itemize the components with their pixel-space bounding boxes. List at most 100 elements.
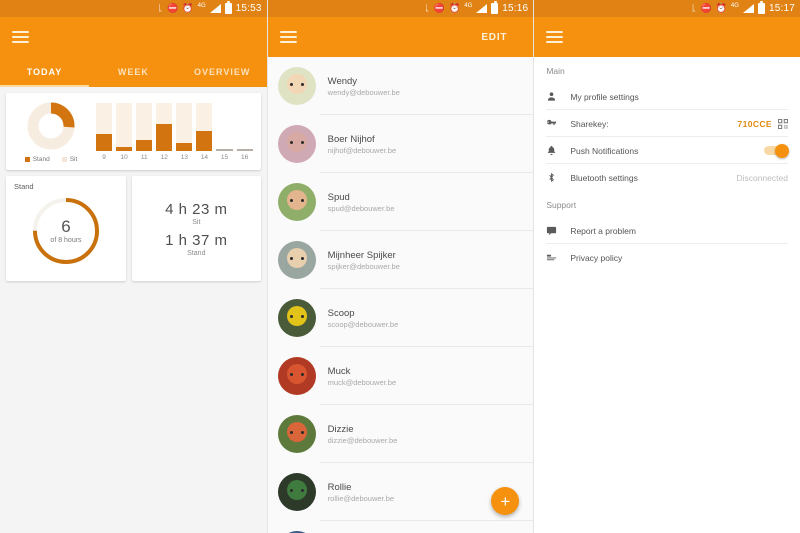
- user-name: Spud: [327, 191, 350, 203]
- settings-row-trailing: Disconnected: [736, 173, 788, 183]
- user-email: spijker@debouwer.be: [327, 261, 400, 271]
- user-list-item[interactable]: Scoop scoop@debouwer.be: [267, 289, 534, 347]
- screen-today-dashboard: ᚳ ⛔ ⏰ 4G 15:53 TODAY WEEK OVERVIEW Stand…: [0, 0, 267, 533]
- settings-row-my-profile-settings[interactable]: My profile settings: [534, 83, 800, 110]
- hamburger-icon[interactable]: [546, 28, 564, 46]
- stand-time-value: 1 h 37 m: [165, 231, 228, 249]
- hourly-bar-chart: 9 10 11 12 13 14 15 16: [88, 102, 253, 161]
- bar-track: [216, 148, 233, 151]
- bar-track: [236, 148, 253, 151]
- avatar: [277, 357, 316, 395]
- bar-track: [96, 102, 113, 151]
- app-bar-today: [0, 17, 267, 57]
- settings-row-push-notifications[interactable]: Push Notifications: [534, 137, 800, 164]
- status-bar: ᚳ ⛔ ⏰ 4G 15:17: [534, 0, 800, 17]
- user-name: Dizzie: [327, 423, 354, 435]
- sit-time-label: Sit: [192, 218, 201, 226]
- user-list-item[interactable]: Mijnheer Spijker spijker@debouwer.be: [267, 231, 534, 289]
- user-name: Muck: [327, 365, 351, 377]
- tab-overview[interactable]: OVERVIEW: [178, 57, 267, 87]
- settings-row-sharekey[interactable]: Sharekey: 710CCE: [534, 110, 800, 137]
- signal-icon: [476, 4, 488, 13]
- push-notifications-toggle[interactable]: [763, 143, 789, 158]
- avatar: [277, 125, 316, 163]
- tab-week[interactable]: WEEK: [89, 57, 178, 87]
- policy-icon: [546, 252, 564, 263]
- hamburger-icon[interactable]: [12, 28, 29, 46]
- settings-row-report-a-problem[interactable]: Report a problem: [534, 217, 800, 244]
- bar-track: [156, 102, 173, 151]
- bar-x-label: 11: [140, 153, 148, 161]
- tab-week-label: WEEK: [117, 67, 149, 77]
- tab-bar: TODAY WEEK OVERVIEW: [0, 57, 267, 87]
- battery-icon: [224, 1, 232, 14]
- bar-fill: [96, 133, 113, 151]
- user-list-item[interactable]: Muck muck@debouwer.be: [267, 347, 534, 405]
- status-bar: ᚳ ⛔ ⏰ 4G 15:16: [267, 0, 534, 17]
- stand-progress-card: Stand 6 of 8 hours: [6, 176, 126, 281]
- bar-track: [136, 102, 153, 151]
- status-bar-clock: 15:16: [502, 3, 529, 14]
- user-list-item[interactable]: Wendy wendy@debouwer.be: [267, 57, 534, 115]
- stand-time-block: 1 h 37 m Stand: [165, 232, 227, 257]
- user-email: rollie@debouwer.be: [327, 493, 395, 503]
- user-name: Rollie: [327, 481, 352, 493]
- user-list-item[interactable]: Dizzie dizzie@debouwer.be: [267, 405, 534, 463]
- alarm-icon: ⏰: [449, 3, 461, 13]
- edit-button[interactable]: EDIT: [481, 32, 507, 43]
- legend-item-stand: Stand: [24, 156, 50, 163]
- bar-track: [116, 102, 133, 151]
- status-bar-icons: ᚳ ⛔ ⏰ 4G: [691, 1, 765, 14]
- three-phone-screenshots: ᚳ ⛔ ⏰ 4G 15:53 TODAY WEEK OVERVIEW Stand…: [0, 0, 800, 533]
- user-meta: Muck muck@debouwer.be: [328, 366, 397, 387]
- do-not-disturb-icon: ⛔: [700, 3, 712, 13]
- user-name: Boer Nijhof: [327, 133, 375, 145]
- settings-row-label: Privacy policy: [570, 252, 623, 263]
- battery-icon: [757, 1, 765, 14]
- stand-hours-value: 6: [61, 217, 71, 236]
- bar-x-label: 10: [120, 153, 128, 161]
- bluetooth-icon: ᚳ: [424, 3, 430, 13]
- legend-swatch-stand: [24, 157, 30, 162]
- bar-fill: [196, 131, 213, 151]
- tab-today[interactable]: TODAY: [0, 57, 89, 87]
- bar-column: [96, 102, 113, 151]
- user-name: Wendy: [327, 75, 358, 87]
- bar-x-label: 16: [240, 153, 249, 161]
- person-icon: [546, 91, 564, 102]
- bar-column: [216, 103, 233, 151]
- user-email: muck@debouwer.be: [327, 377, 397, 387]
- user-list-item[interactable]: [267, 521, 534, 533]
- bar-fill: [216, 148, 233, 151]
- settings-row-bluetooth-settings[interactable]: Bluetooth settings Disconnected: [534, 164, 800, 191]
- app-bar-settings: [534, 17, 800, 57]
- avatar: [277, 415, 316, 453]
- settings-row-label: My profile settings: [570, 91, 639, 102]
- stand-time-label: Stand: [187, 249, 206, 257]
- bar-x-label: 13: [180, 153, 188, 161]
- dashboard-content: Stand Sit 9 10 11 12 13 14 15 16 Stand 6…: [0, 87, 267, 287]
- user-email: nijhof@debouwer.be: [327, 145, 397, 155]
- feedback-icon: [546, 225, 564, 236]
- user-list-item[interactable]: Spud spud@debouwer.be: [267, 173, 534, 231]
- summary-chart-card: Stand Sit 9 10 11 12 13 14 15 16: [6, 93, 261, 170]
- bar-fill: [176, 143, 193, 151]
- user-meta: Mijnheer Spijker spijker@debouwer.be: [328, 250, 400, 271]
- bar-x-label: 14: [200, 153, 209, 161]
- settings-row-privacy-policy[interactable]: Privacy policy: [534, 244, 800, 271]
- status-bar-clock: 15:17: [768, 3, 795, 14]
- bar-column: [176, 102, 193, 151]
- user-name: Mijnheer Spijker: [327, 249, 396, 261]
- bell-icon: [546, 145, 564, 156]
- hamburger-icon[interactable]: [279, 28, 297, 46]
- signal-icon: [209, 4, 221, 13]
- qr-code-icon[interactable]: [777, 118, 788, 129]
- user-list-item[interactable]: Boer Nijhof nijhof@debouwer.be: [267, 115, 534, 173]
- alarm-icon: ⏰: [182, 3, 194, 13]
- network-4g-icon: 4G: [464, 2, 473, 9]
- alarm-icon: ⏰: [715, 3, 727, 13]
- bluetooth-icon: ᚳ: [691, 3, 697, 13]
- metric-cards-row: Stand 6 of 8 hours 4 h 23 m Sit 1 h 37 m…: [6, 176, 261, 281]
- stand-progress-ring: 6 of 8 hours: [28, 193, 104, 269]
- user-list[interactable]: Wendy wendy@debouwer.be Boer Nijhof nijhof@…: [267, 57, 534, 533]
